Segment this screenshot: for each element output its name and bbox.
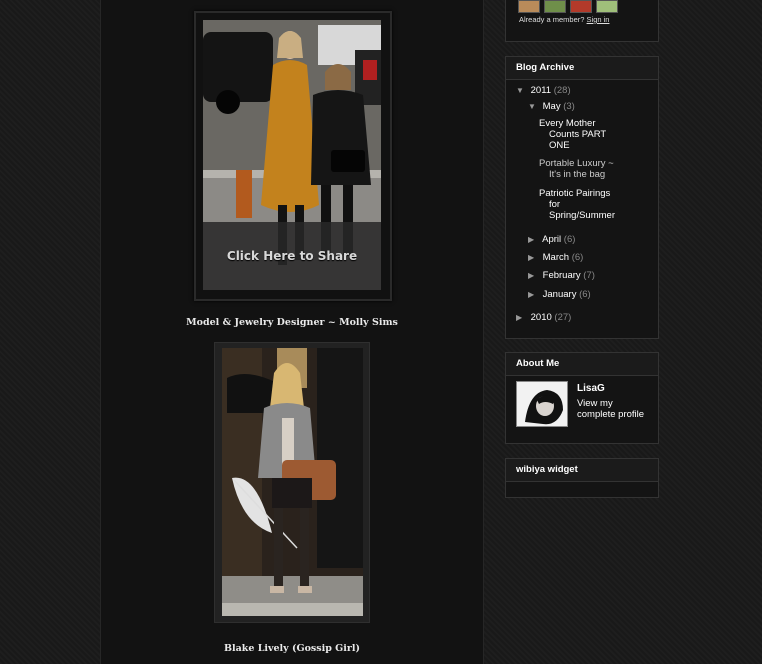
about-me-body: LisaG View my complete profile bbox=[506, 376, 658, 442]
main-column: Click Here to Share Model & Jewelry Desi… bbox=[100, 0, 484, 664]
sign-in-link[interactable]: Sign in bbox=[587, 15, 610, 24]
follower-avatar[interactable] bbox=[596, 0, 618, 13]
about-me-widget: About Me LisaG View my complete profile bbox=[505, 352, 659, 444]
view-profile-link[interactable]: View my complete profile bbox=[577, 398, 653, 420]
archive-month-march[interactable]: ▶ March (6) bbox=[528, 252, 583, 263]
archive-year-label[interactable]: 2011 bbox=[531, 85, 551, 96]
follower-avatar[interactable] bbox=[570, 0, 592, 13]
triangle-right-icon[interactable]: ▶ bbox=[528, 271, 540, 280]
archive-year-count: (28) bbox=[553, 85, 571, 96]
triangle-down-icon[interactable]: ▼ bbox=[528, 102, 540, 111]
post-photo-frame bbox=[214, 342, 370, 623]
archive-month-january[interactable]: ▶ January (6) bbox=[528, 289, 591, 300]
about-me-title: About Me bbox=[506, 353, 658, 376]
post-caption: Blake Lively (Gossip Girl) bbox=[223, 643, 361, 654]
post-photo-frame: Click Here to Share bbox=[194, 11, 392, 301]
follower-avatar[interactable] bbox=[544, 0, 566, 13]
street-scene-image bbox=[222, 348, 363, 616]
blog-archive-widget: Blog Archive ▼ 2011 (28) ▼ May (3) Every… bbox=[505, 56, 659, 339]
already-member-text: Already a member? Sign in bbox=[519, 15, 609, 24]
already-member-prefix: Already a member? bbox=[519, 15, 585, 24]
molly-sims-photo[interactable]: Click Here to Share bbox=[203, 20, 381, 290]
archive-year-2010[interactable]: ▶ 2010 (27) bbox=[516, 312, 571, 323]
profile-name[interactable]: LisaG bbox=[577, 383, 605, 394]
archive-post-link[interactable]: Patriotic Pairings for Spring/Summer bbox=[539, 188, 649, 221]
archive-month-may[interactable]: ▼ May (3) bbox=[528, 101, 575, 112]
archive-month-april[interactable]: ▶ April (6) bbox=[528, 234, 575, 245]
archive-year-2011[interactable]: ▼ 2011 (28) bbox=[516, 85, 571, 96]
profile-portrait-image bbox=[517, 382, 567, 426]
triangle-right-icon[interactable]: ▶ bbox=[528, 290, 540, 299]
triangle-right-icon[interactable]: ▶ bbox=[516, 313, 528, 322]
follower-avatar[interactable] bbox=[518, 0, 540, 13]
blake-lively-photo[interactable] bbox=[222, 348, 363, 616]
archive-month-count: (3) bbox=[563, 101, 575, 112]
wibiya-widget: wibiya widget bbox=[505, 458, 659, 498]
profile-photo[interactable] bbox=[516, 381, 568, 427]
share-overlay-button[interactable]: Click Here to Share bbox=[203, 222, 381, 290]
archive-month-february[interactable]: ▶ February (7) bbox=[528, 270, 595, 281]
triangle-right-icon[interactable]: ▶ bbox=[528, 253, 540, 262]
wibiya-widget-title: wibiya widget bbox=[506, 459, 658, 482]
triangle-down-icon[interactable]: ▼ bbox=[516, 86, 528, 95]
post-caption: Model & Jewelry Designer ~ Molly Sims bbox=[186, 317, 398, 328]
archive-post-link[interactable]: Portable Luxury ~ It's in the bag bbox=[539, 158, 649, 180]
triangle-right-icon[interactable]: ▶ bbox=[528, 235, 540, 244]
archive-post-link[interactable]: Every Mother Counts PART ONE bbox=[539, 118, 649, 151]
blog-archive-title: Blog Archive bbox=[506, 57, 658, 80]
archive-month-label[interactable]: May bbox=[543, 101, 561, 112]
